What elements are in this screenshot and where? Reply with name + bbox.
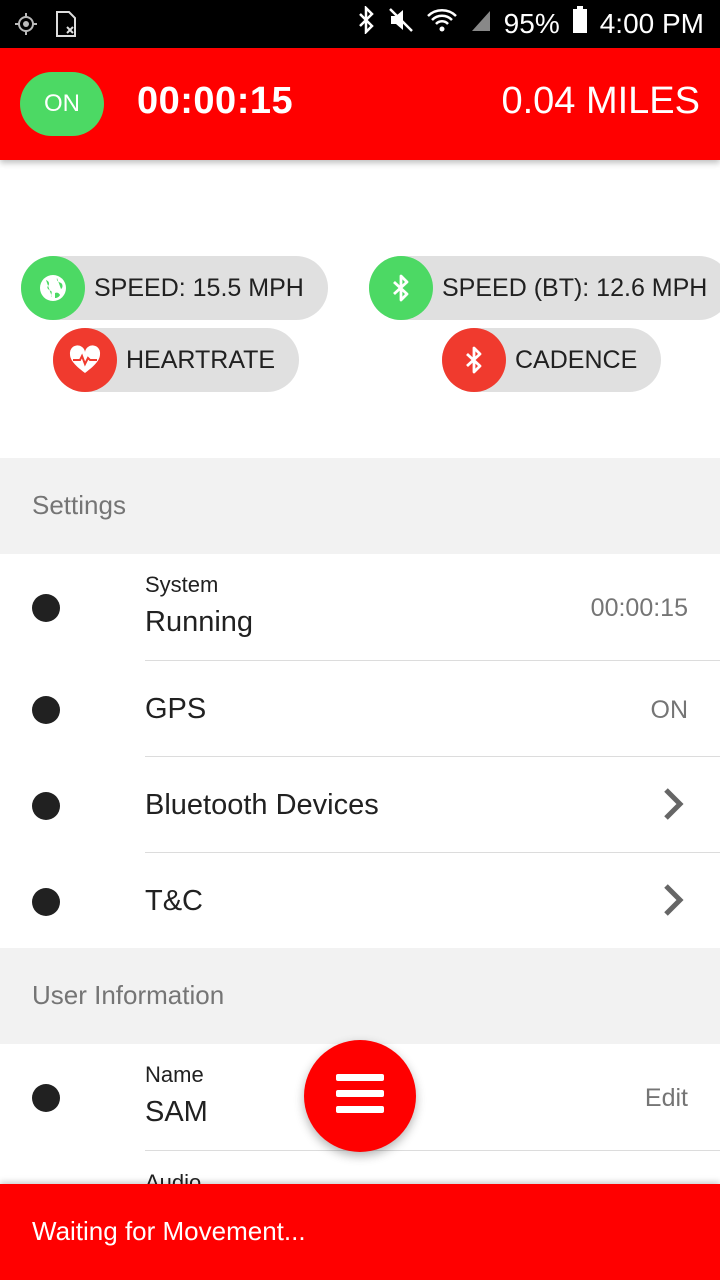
sensor-label: SPEED (BT): 12.6 MPH [442, 273, 708, 302]
sensor-label: HEARTRATE [126, 345, 276, 374]
settings-row-gps[interactable]: GPS ON [0, 662, 720, 757]
row-subtitle: System [145, 572, 219, 597]
distance-readout: 0.04 MILES [501, 80, 700, 122]
sensor-chip-cadence[interactable]: CADENCE [442, 328, 662, 392]
status-dot [32, 1084, 60, 1112]
battery-icon [572, 6, 588, 41]
edit-name-button[interactable]: Edit [645, 1084, 688, 1113]
row-value: ON [650, 696, 689, 724]
sensor-chip-heartrate[interactable]: HEARTRATE [53, 328, 300, 392]
settings-section-header: Settings [0, 458, 720, 554]
divider [145, 756, 720, 757]
location-icon [14, 12, 38, 41]
divider [145, 660, 720, 661]
status-dot [32, 888, 60, 916]
heart-pulse-icon [53, 328, 117, 392]
settings-row-system[interactable]: System Running 00:00:15 [0, 554, 720, 661]
status-dot [32, 792, 60, 820]
divider [145, 1150, 720, 1151]
wifi-icon [426, 7, 458, 40]
elapsed-time: 00:00:15 [137, 80, 294, 122]
globe-icon [21, 256, 85, 320]
menu-fab-button[interactable] [304, 1040, 416, 1152]
row-title: SAM [145, 1096, 208, 1128]
sensor-label: CADENCE [515, 345, 638, 374]
divider [145, 852, 720, 853]
sensor-chip-gps-speed[interactable]: SPEED: 15.5 MPH [21, 256, 328, 320]
row-title: Running [145, 606, 254, 638]
status-dot [32, 696, 60, 724]
bluetooth-icon [442, 328, 506, 392]
status-dot [32, 594, 60, 622]
row-title: T&C [145, 885, 203, 917]
tracking-toggle-button[interactable]: ON [20, 72, 104, 136]
status-message: Waiting for Movement... [32, 1216, 306, 1246]
clock-time: 4:00 PM [599, 7, 704, 39]
settings-row-terms[interactable]: T&C [0, 854, 720, 948]
tracking-header: ON 00:00:15 0.04 MILES [0, 48, 720, 160]
menu-icon [335, 1072, 385, 1121]
bluetooth-icon [369, 256, 433, 320]
signal-icon [470, 7, 492, 40]
chevron-right-icon [662, 882, 686, 923]
row-value: 00:00:15 [590, 594, 688, 622]
battery-percent: 95% [503, 7, 560, 39]
section-title: Settings [32, 490, 126, 520]
bottom-status-bar: Waiting for Movement... [0, 1184, 720, 1280]
row-subtitle: Name [145, 1062, 204, 1087]
user-info-section-header: User Information [0, 948, 720, 1044]
settings-row-bluetooth-devices[interactable]: Bluetooth Devices [0, 758, 720, 853]
mute-icon [388, 7, 414, 40]
sensor-chip-bt-speed[interactable]: SPEED (BT): 12.6 MPH [369, 256, 720, 320]
row-title: Bluetooth Devices [145, 789, 379, 821]
row-title: GPS [145, 693, 207, 725]
status-bar: 95% 4:00 PM [0, 0, 720, 48]
bluetooth-icon [356, 4, 376, 41]
section-title: User Information [32, 980, 225, 1010]
sim-missing-icon [54, 10, 78, 43]
sensor-label: SPEED: 15.5 MPH [94, 273, 304, 302]
chevron-right-icon [662, 786, 686, 827]
